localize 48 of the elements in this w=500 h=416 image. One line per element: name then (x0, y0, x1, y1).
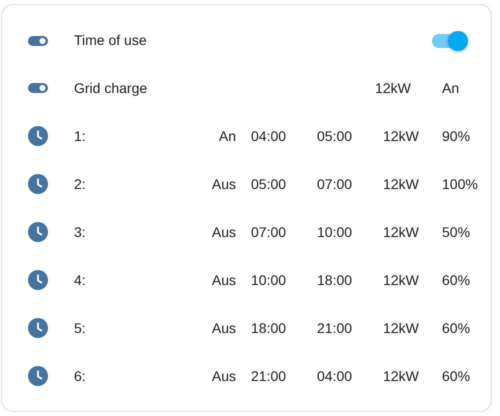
end-time: 07:00 (317, 174, 354, 194)
slot-label: 3: (74, 222, 87, 242)
soc-value: 60% (442, 366, 472, 386)
clock-icon (28, 270, 48, 290)
setting-label: Time of use (74, 31, 148, 50)
clock-icon (28, 318, 48, 338)
state-value: Aus (210, 174, 236, 194)
slot-label: 2: (74, 174, 87, 194)
state-value: Aus (210, 318, 236, 338)
power-value: 12kW (383, 270, 420, 290)
start-time: 10:00 (251, 270, 288, 290)
clock-icon (28, 366, 48, 386)
power-value: 12kW (383, 126, 420, 146)
end-time: 21:00 (317, 318, 354, 338)
state-value: Aus (210, 222, 236, 242)
end-time: 04:00 (317, 366, 354, 386)
soc-value: 60% (442, 270, 472, 290)
end-time: 18:00 (317, 270, 354, 290)
end-time: 05:00 (317, 126, 354, 146)
start-time: 04:00 (251, 126, 288, 146)
state-value: An (218, 126, 236, 146)
soc-value: 50% (442, 222, 472, 242)
power-value: 12kW (383, 366, 420, 386)
start-time: 05:00 (251, 174, 288, 194)
soc-value: 60% (442, 318, 472, 338)
toggle-icon (28, 83, 48, 93)
clock-icon (28, 126, 48, 146)
soc-value: 100% (442, 174, 479, 194)
setting-label: Grid charge (74, 78, 148, 98)
state-value: Aus (210, 366, 236, 386)
start-time: 18:00 (251, 318, 288, 338)
clock-icon (28, 174, 48, 194)
power-value: 12kW (383, 174, 420, 194)
start-time: 21:00 (251, 366, 288, 386)
slot-label: 4: (74, 270, 87, 290)
state-value: Aus (210, 270, 236, 290)
toggle-icon (28, 36, 48, 46)
state-value: An (442, 78, 460, 98)
slot-label: 6: (74, 366, 87, 386)
power-value: 12kW (383, 318, 420, 338)
clock-icon (28, 222, 48, 242)
end-time: 10:00 (317, 222, 354, 242)
start-time: 07:00 (251, 222, 288, 242)
power-value: 12kW (383, 222, 420, 242)
soc-value: 90% (442, 126, 472, 146)
slot-label: 5: (74, 318, 87, 338)
power-value: 12kW (375, 78, 412, 98)
slot-label: 1: (74, 126, 87, 146)
